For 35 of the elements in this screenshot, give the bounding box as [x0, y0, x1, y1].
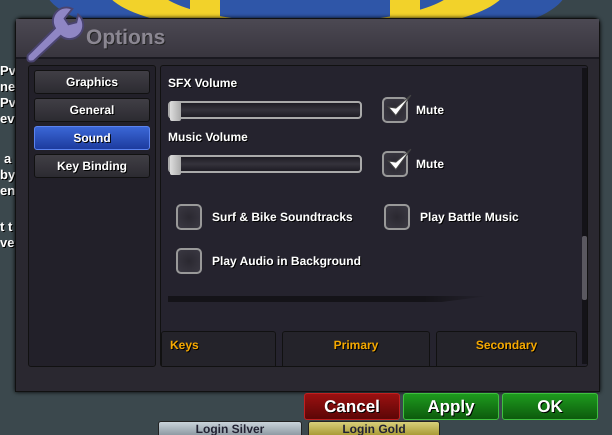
background-text: ve: [0, 236, 16, 250]
sidebar-tab[interactable]: Key Binding: [34, 154, 150, 178]
checkbox[interactable]: [384, 204, 410, 230]
confirm-button[interactable]: OK: [502, 393, 598, 420]
slider[interactable]: [168, 101, 362, 119]
slider-thumb[interactable]: [170, 155, 181, 175]
sidebar-tab[interactable]: General: [34, 98, 150, 122]
checkbox-label: Mute: [416, 103, 444, 117]
confirm-button[interactable]: Apply: [403, 393, 499, 420]
column-header: Keys: [161, 331, 276, 366]
column-header: Primary: [282, 331, 430, 366]
background-text: Pv: [0, 64, 17, 78]
background-text: Pv: [0, 96, 17, 110]
checkbox-label: Play Battle Music: [420, 210, 519, 224]
background-text: t t: [0, 220, 14, 234]
slider-label: SFX Volume: [168, 76, 238, 92]
slider-label: Music Volume: [168, 130, 249, 146]
background-text: en: [0, 184, 16, 198]
cancel-button[interactable]: Cancel: [304, 393, 400, 420]
background-text: ev: [0, 112, 16, 126]
checkbox-label: Surf & Bike Soundtracks: [212, 210, 353, 224]
window-title: Options: [86, 26, 166, 50]
checkbox[interactable]: [176, 204, 202, 230]
checkbox[interactable]: [176, 248, 202, 274]
column-header: Secondary: [436, 331, 577, 366]
sidebar-tab[interactable]: Graphics: [34, 70, 150, 94]
sidebar-tab[interactable]: Sound: [34, 126, 150, 150]
scrollbar[interactable]: [582, 68, 587, 364]
checkbox-label: Play Audio in Background: [212, 254, 361, 268]
background-text: a: [3, 152, 12, 166]
background-text: ne: [0, 80, 16, 94]
checkbox-label: Mute: [416, 157, 444, 171]
slider-thumb[interactable]: [170, 101, 181, 121]
slider[interactable]: [168, 155, 362, 173]
background-text: by: [0, 168, 16, 182]
